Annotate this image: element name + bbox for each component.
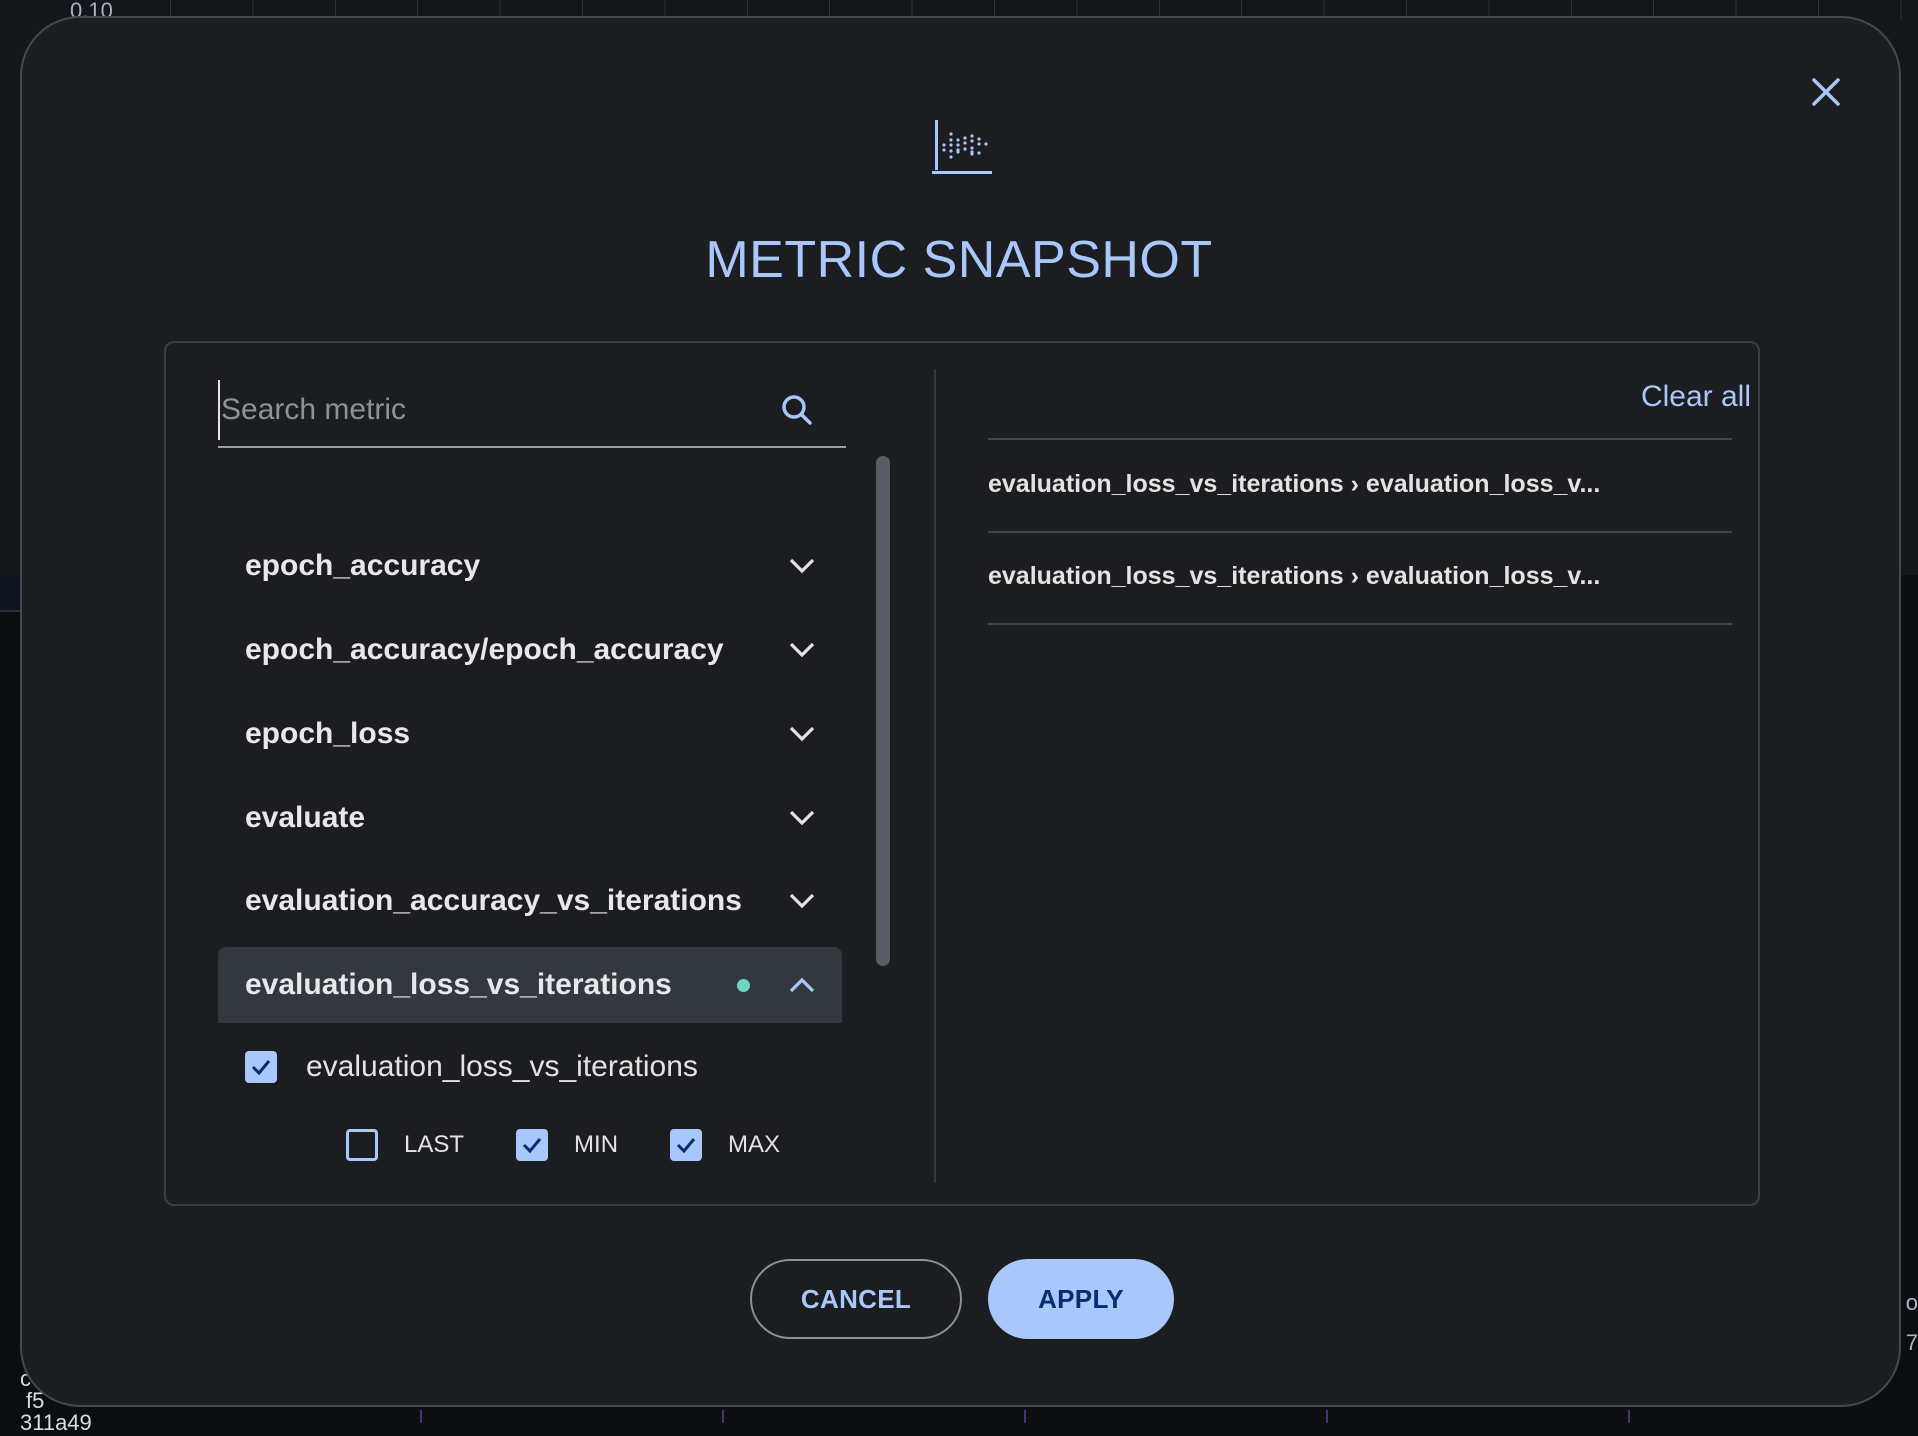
apply-button[interactable]: APPLY xyxy=(988,1259,1174,1339)
metric-variant-checkbox[interactable] xyxy=(245,1051,277,1083)
stat-label: MIN xyxy=(574,1131,619,1158)
stat-option-last[interactable]: LAST xyxy=(346,1129,464,1161)
metric-group-item[interactable]: epoch_accuracy/epoch_accuracy xyxy=(218,612,842,688)
background-chart-lines xyxy=(120,1410,1880,1423)
chevron-down-icon xyxy=(789,726,815,742)
checkmark-icon xyxy=(676,1138,696,1154)
background-label: 311a49 xyxy=(20,1410,92,1435)
metric-group-label: epoch_accuracy/epoch_accuracy xyxy=(245,633,724,666)
clear-all-link[interactable]: Clear all xyxy=(1641,380,1751,414)
selected-list-divider xyxy=(988,623,1732,625)
selected-list-divider xyxy=(988,531,1732,533)
close-icon xyxy=(1812,78,1840,106)
stat-options-row: LAST MIN MAX xyxy=(346,1129,832,1161)
chevron-down-icon xyxy=(789,558,815,574)
scatter-chart-icon xyxy=(932,118,992,176)
selection-indicator-dot xyxy=(737,978,750,992)
chevron-down-icon xyxy=(789,642,815,658)
min-checkbox[interactable] xyxy=(516,1129,549,1161)
selected-metric-item[interactable]: evaluation_loss_vs_iterations › evaluati… xyxy=(988,470,1732,499)
close-button[interactable] xyxy=(1806,72,1846,112)
last-checkbox[interactable] xyxy=(346,1129,378,1161)
cancel-button[interactable]: CANCEL xyxy=(750,1259,962,1339)
selected-metric-item[interactable]: evaluation_loss_vs_iterations › evaluati… xyxy=(988,562,1732,591)
metric-group-label: evaluate xyxy=(245,801,366,834)
metric-group-item[interactable]: epoch_loss xyxy=(218,696,842,772)
stat-option-max[interactable]: MAX xyxy=(670,1129,780,1161)
search-icon[interactable] xyxy=(779,392,815,428)
metric-group-item[interactable]: epoch_accuracy xyxy=(218,528,842,604)
metric-group-label: epoch_accuracy xyxy=(245,549,481,582)
checkmark-icon xyxy=(251,1060,271,1076)
chevron-down-icon xyxy=(789,810,815,826)
chevron-down-icon xyxy=(789,893,815,909)
metric-list-scrollbar[interactable] xyxy=(876,456,890,966)
metric-group-label: evaluation_loss_vs_iterations xyxy=(245,968,672,1001)
metric-variant-row: evaluation_loss_vs_iterations xyxy=(245,1050,698,1084)
metric-group-item[interactable]: evaluation_accuracy_vs_iterations xyxy=(218,863,842,939)
checkmark-icon xyxy=(522,1138,542,1154)
background-label: 7 xyxy=(1905,1330,1918,1355)
search-input[interactable] xyxy=(218,380,781,440)
stat-option-min[interactable]: MIN xyxy=(516,1129,618,1161)
stat-label: MAX xyxy=(728,1131,781,1158)
metric-group-label: evaluation_accuracy_vs_iterations xyxy=(245,884,742,917)
stat-label: LAST xyxy=(404,1131,465,1158)
max-checkbox[interactable] xyxy=(670,1129,703,1161)
chevron-up-icon xyxy=(789,977,815,993)
dialog-title: METRIC SNAPSHOT xyxy=(705,231,1213,289)
background-label: o xyxy=(1905,1290,1918,1315)
metric-group-item-expanded[interactable]: evaluation_loss_vs_iterations xyxy=(218,947,842,1023)
metric-variant-label: evaluation_loss_vs_iterations xyxy=(306,1050,698,1083)
background-divider xyxy=(0,575,20,612)
metric-group-item[interactable]: evaluate xyxy=(218,780,842,856)
metric-group-label: epoch_loss xyxy=(245,717,411,750)
selected-list-divider xyxy=(988,438,1732,440)
panel-divider xyxy=(934,369,936,1183)
search-field xyxy=(218,380,846,448)
